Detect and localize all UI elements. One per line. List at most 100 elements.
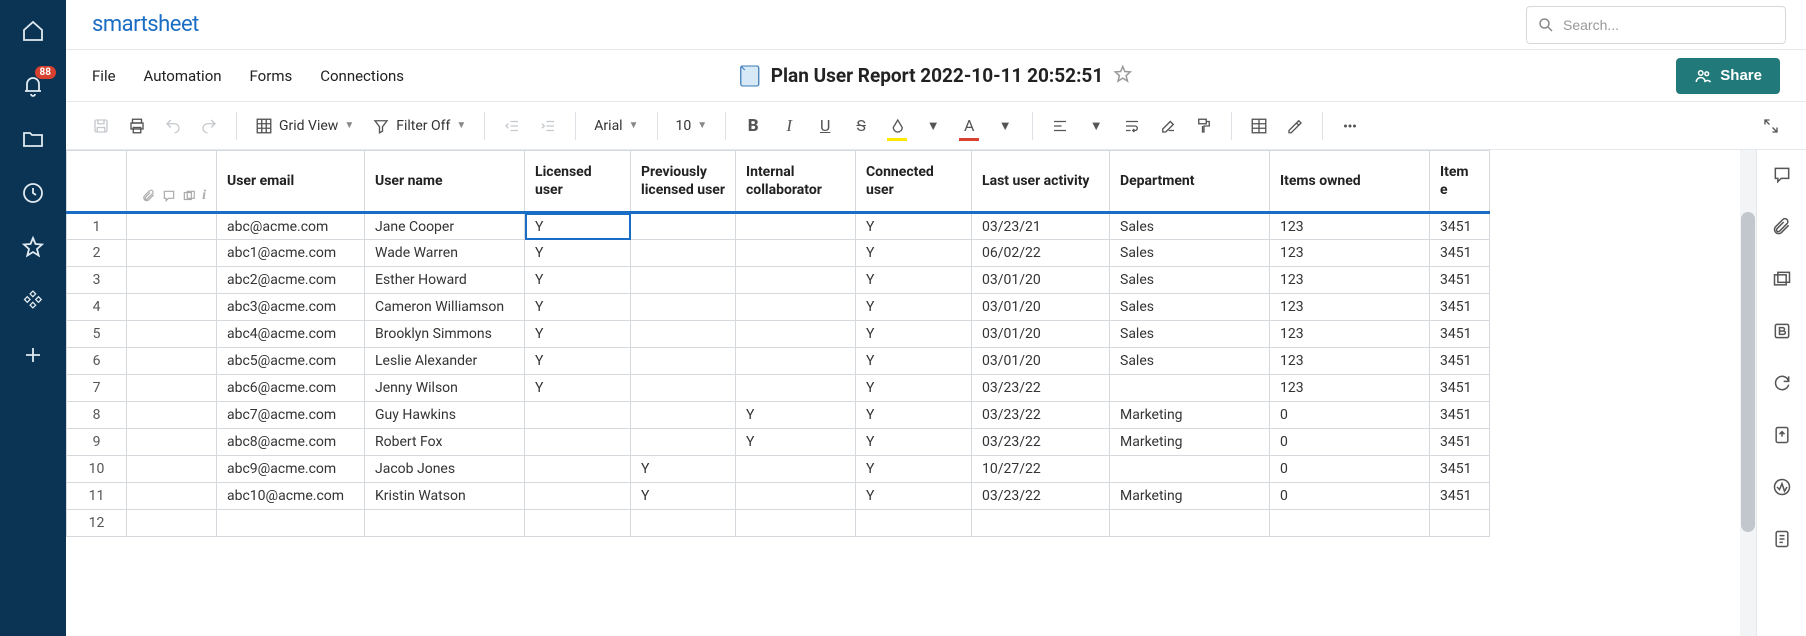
summary-icon[interactable] (1771, 528, 1793, 550)
col-items[interactable]: Items owned (1270, 151, 1430, 213)
cell-item-e[interactable] (1430, 510, 1490, 537)
text-color-caret[interactable]: ▼ (990, 111, 1020, 141)
cell-activity[interactable]: 03/01/20 (972, 294, 1110, 321)
row-icons-header[interactable]: i (127, 151, 217, 213)
row-number[interactable]: 6 (67, 348, 127, 375)
cell-licensed[interactable] (525, 429, 631, 456)
cell-department[interactable] (1110, 456, 1270, 483)
col-item-e[interactable]: Item e (1430, 151, 1490, 213)
cell-items-owned[interactable]: 123 (1270, 267, 1430, 294)
cell-internal[interactable]: Y (736, 429, 856, 456)
row-number[interactable]: 11 (67, 483, 127, 510)
scrollbar-thumb[interactable] (1741, 212, 1755, 532)
row-number[interactable]: 7 (67, 375, 127, 402)
cell-prev-licensed[interactable] (631, 348, 736, 375)
cell-internal[interactable] (736, 321, 856, 348)
cell-activity[interactable]: 03/01/20 (972, 348, 1110, 375)
col-internal[interactable]: Internal collaborator (736, 151, 856, 213)
cell-internal[interactable] (736, 267, 856, 294)
cell-email[interactable]: abc6@acme.com (217, 375, 365, 402)
filter-selector[interactable]: Filter Off ▼ (366, 113, 472, 139)
cell-item-e[interactable]: 3451 (1430, 429, 1490, 456)
cell-connected[interactable]: Y (856, 402, 972, 429)
cell-activity[interactable]: 10/27/22 (972, 456, 1110, 483)
row-number[interactable]: 9 (67, 429, 127, 456)
cell-email[interactable]: abc2@acme.com (217, 267, 365, 294)
indent-icon[interactable] (533, 111, 563, 141)
cell-department[interactable] (1110, 510, 1270, 537)
attachments-icon[interactable] (1771, 216, 1793, 238)
col-prev[interactable]: Previously licensed user (631, 151, 736, 213)
cell-connected[interactable]: Y (856, 294, 972, 321)
bold-icon[interactable]: B (738, 111, 768, 141)
row-icons[interactable] (127, 402, 217, 429)
cell-department[interactable]: Sales (1110, 240, 1270, 267)
add-icon[interactable] (20, 342, 46, 368)
cell-name[interactable]: Brooklyn Simmons (365, 321, 525, 348)
row-icons[interactable] (127, 429, 217, 456)
folder-icon[interactable] (20, 126, 46, 152)
conversations-icon[interactable] (1771, 164, 1793, 186)
cell-licensed[interactable]: Y (525, 375, 631, 402)
cell-department[interactable]: Marketing (1110, 402, 1270, 429)
cell-prev-licensed[interactable] (631, 375, 736, 402)
redo-icon[interactable] (194, 111, 224, 141)
view-selector[interactable]: Grid View ▼ (249, 113, 360, 139)
cell-licensed[interactable] (525, 402, 631, 429)
font-size-selector[interactable]: 10 ▼ (670, 114, 714, 138)
row-number[interactable]: 5 (67, 321, 127, 348)
cell-items-owned[interactable]: 0 (1270, 483, 1430, 510)
cell-internal[interactable] (736, 456, 856, 483)
cell-connected[interactable]: Y (856, 348, 972, 375)
proofs-icon[interactable] (1771, 268, 1793, 290)
cell-licensed[interactable]: Y (525, 294, 631, 321)
italic-icon[interactable]: I (774, 111, 804, 141)
cell-connected[interactable] (856, 510, 972, 537)
cell-items-owned[interactable]: 123 (1270, 321, 1430, 348)
cell-internal[interactable]: Y (736, 402, 856, 429)
cell-activity[interactable]: 03/01/20 (972, 267, 1110, 294)
cell-prev-licensed[interactable] (631, 294, 736, 321)
cell-email[interactable]: abc1@acme.com (217, 240, 365, 267)
cell-item-e[interactable]: 3451 (1430, 321, 1490, 348)
cell-item-e[interactable]: 3451 (1430, 267, 1490, 294)
cell-name[interactable]: Jane Cooper (365, 213, 525, 240)
cell-name[interactable] (365, 510, 525, 537)
cell-name[interactable]: Jacob Jones (365, 456, 525, 483)
cell-activity[interactable] (972, 510, 1110, 537)
row-number[interactable]: 1 (67, 213, 127, 240)
apps-icon[interactable] (20, 288, 46, 314)
favorites-icon[interactable] (20, 234, 46, 260)
align-icon[interactable] (1045, 111, 1075, 141)
row-icons[interactable] (127, 348, 217, 375)
cell-department[interactable]: Sales (1110, 213, 1270, 240)
row-number[interactable]: 12 (67, 510, 127, 537)
cell-prev-licensed[interactable]: Y (631, 456, 736, 483)
row-number[interactable]: 3 (67, 267, 127, 294)
cell-email[interactable]: abc@acme.com (217, 213, 365, 240)
cell-internal[interactable] (736, 510, 856, 537)
cell-items-owned[interactable]: 123 (1270, 348, 1430, 375)
notifications-icon[interactable]: 88 (20, 72, 46, 98)
cell-item-e[interactable]: 3451 (1430, 348, 1490, 375)
font-family-selector[interactable]: Arial ▼ (588, 114, 644, 138)
menu-forms[interactable]: Forms (250, 67, 293, 85)
grid-scroll[interactable]: i User email User name Licensed user Pre… (66, 150, 1756, 636)
cell-items-owned[interactable]: 0 (1270, 429, 1430, 456)
cell-email[interactable]: abc7@acme.com (217, 402, 365, 429)
underline-icon[interactable]: U (810, 111, 840, 141)
cell-prev-licensed[interactable] (631, 240, 736, 267)
format-painter-icon[interactable] (1189, 111, 1219, 141)
cell-name[interactable]: Leslie Alexander (365, 348, 525, 375)
cell-licensed[interactable]: Y (525, 321, 631, 348)
cell-activity[interactable]: 06/02/22 (972, 240, 1110, 267)
more-icon[interactable] (1335, 111, 1365, 141)
cell-prev-licensed[interactable]: Y (631, 483, 736, 510)
brandfolder-icon[interactable] (1771, 320, 1793, 342)
cell-connected[interactable]: Y (856, 267, 972, 294)
cell-licensed[interactable] (525, 456, 631, 483)
cell-items-owned[interactable]: 123 (1270, 375, 1430, 402)
cell-prev-licensed[interactable] (631, 429, 736, 456)
cell-connected[interactable]: Y (856, 483, 972, 510)
cell-prev-licensed[interactable] (631, 267, 736, 294)
